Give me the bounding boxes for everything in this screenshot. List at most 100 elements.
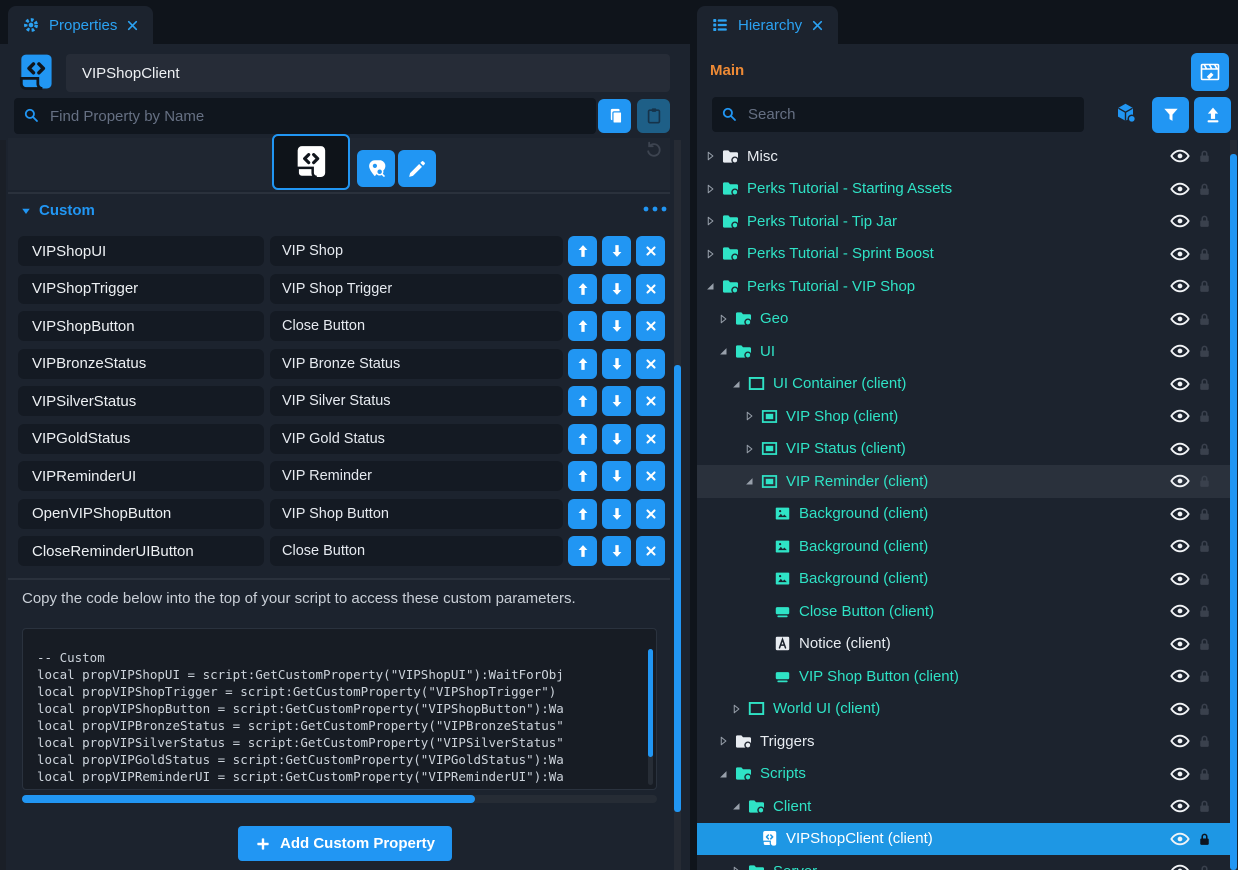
move-up-button[interactable] bbox=[568, 461, 597, 491]
property-name-field[interactable]: CloseReminderUIButton bbox=[18, 536, 264, 566]
code-vertical-scrollbar[interactable] bbox=[648, 649, 653, 785]
move-down-button[interactable] bbox=[602, 536, 631, 566]
expand-caret[interactable] bbox=[742, 832, 756, 846]
property-value-field[interactable]: VIP Shop Button bbox=[270, 499, 563, 529]
networked-cube-icon[interactable] bbox=[1114, 101, 1138, 125]
lock-toggle[interactable] bbox=[1196, 148, 1213, 165]
lock-toggle[interactable] bbox=[1196, 213, 1213, 230]
lock-toggle[interactable] bbox=[1196, 571, 1213, 588]
expand-caret[interactable] bbox=[703, 247, 717, 261]
move-down-button[interactable] bbox=[602, 461, 631, 491]
lock-toggle[interactable] bbox=[1196, 246, 1213, 263]
visibility-toggle[interactable] bbox=[1169, 633, 1191, 655]
lock-toggle[interactable] bbox=[1196, 831, 1213, 848]
hierarchy-row[interactable]: Perks Tutorial - VIP Shop bbox=[697, 270, 1231, 303]
lock-toggle[interactable] bbox=[1196, 408, 1213, 425]
expand-caret[interactable] bbox=[703, 182, 717, 196]
hierarchy-row[interactable]: VIPShopClient (client) bbox=[697, 823, 1231, 856]
delete-property-button[interactable] bbox=[636, 461, 665, 491]
lock-toggle[interactable] bbox=[1196, 278, 1213, 295]
hierarchy-row[interactable]: UI bbox=[697, 335, 1231, 368]
visibility-toggle[interactable] bbox=[1169, 763, 1191, 785]
visibility-toggle[interactable] bbox=[1169, 860, 1191, 870]
visibility-toggle[interactable] bbox=[1169, 340, 1191, 362]
tab-properties[interactable]: Properties bbox=[8, 6, 153, 44]
property-value-field[interactable]: VIP Reminder bbox=[270, 461, 563, 491]
expand-caret[interactable] bbox=[703, 214, 717, 228]
code-horizontal-scrollbar[interactable] bbox=[22, 795, 657, 803]
delete-property-button[interactable] bbox=[636, 349, 665, 379]
property-name-field[interactable]: VIPShopUI bbox=[18, 236, 264, 266]
visibility-toggle[interactable] bbox=[1169, 568, 1191, 590]
property-search-input[interactable] bbox=[14, 98, 596, 134]
hierarchy-row[interactable]: Perks Tutorial - Sprint Boost bbox=[697, 238, 1231, 271]
hierarchy-row[interactable]: UI Container (client) bbox=[697, 368, 1231, 401]
add-custom-property-button[interactable]: Add Custom Property bbox=[238, 826, 452, 861]
move-up-button[interactable] bbox=[568, 536, 597, 566]
hierarchy-row[interactable]: Perks Tutorial - Starting Assets bbox=[697, 173, 1231, 206]
expand-caret[interactable] bbox=[716, 312, 730, 326]
object-name-field[interactable]: VIPShopClient bbox=[66, 54, 670, 92]
visibility-toggle[interactable] bbox=[1169, 275, 1191, 297]
delete-property-button[interactable] bbox=[636, 536, 665, 566]
expand-caret[interactable] bbox=[716, 767, 730, 781]
reset-icon[interactable] bbox=[644, 140, 664, 160]
hierarchy-row[interactable]: Scripts bbox=[697, 758, 1231, 791]
expand-caret[interactable] bbox=[755, 604, 769, 618]
hierarchy-row[interactable]: VIP Reminder (client) bbox=[697, 465, 1231, 498]
edit-script-button[interactable] bbox=[398, 150, 436, 187]
move-down-button[interactable] bbox=[602, 236, 631, 266]
hierarchy-row[interactable]: Client bbox=[697, 790, 1231, 823]
move-down-button[interactable] bbox=[602, 424, 631, 454]
property-value-field[interactable]: Close Button bbox=[270, 311, 563, 341]
expand-caret[interactable] bbox=[742, 409, 756, 423]
lock-toggle[interactable] bbox=[1196, 343, 1213, 360]
property-name-field[interactable]: VIPGoldStatus bbox=[18, 424, 264, 454]
lock-toggle[interactable] bbox=[1196, 863, 1213, 870]
lock-toggle[interactable] bbox=[1196, 668, 1213, 685]
move-up-button[interactable] bbox=[568, 349, 597, 379]
hierarchy-row[interactable]: VIP Shop (client) bbox=[697, 400, 1231, 433]
expand-caret[interactable] bbox=[755, 669, 769, 683]
property-name-field[interactable]: VIPShopButton bbox=[18, 311, 264, 341]
visibility-toggle[interactable] bbox=[1169, 730, 1191, 752]
custom-section-menu[interactable] bbox=[641, 202, 669, 216]
delete-property-button[interactable] bbox=[636, 424, 665, 454]
find-in-scene-button[interactable] bbox=[357, 150, 395, 187]
lock-toggle[interactable] bbox=[1196, 311, 1213, 328]
lock-toggle[interactable] bbox=[1196, 473, 1213, 490]
property-name-field[interactable]: VIPReminderUI bbox=[18, 461, 264, 491]
delete-property-button[interactable] bbox=[636, 236, 665, 266]
close-hierarchy-tab[interactable] bbox=[811, 19, 824, 32]
code-snippet-box[interactable]: -- Custom local propVIPShopUI = script:G… bbox=[22, 628, 657, 790]
hierarchy-row[interactable]: Perks Tutorial - Tip Jar bbox=[697, 205, 1231, 238]
hierarchy-row[interactable]: VIP Shop Button (client) bbox=[697, 660, 1231, 693]
visibility-toggle[interactable] bbox=[1169, 698, 1191, 720]
lock-toggle[interactable] bbox=[1196, 538, 1213, 555]
expand-caret[interactable] bbox=[703, 279, 717, 293]
expand-caret[interactable] bbox=[755, 637, 769, 651]
hierarchy-scrollbar[interactable] bbox=[1230, 140, 1237, 870]
lock-toggle[interactable] bbox=[1196, 733, 1213, 750]
hierarchy-row[interactable]: Misc bbox=[697, 140, 1231, 173]
delete-property-button[interactable] bbox=[636, 311, 665, 341]
property-value-field[interactable]: VIP Bronze Status bbox=[270, 349, 563, 379]
expand-caret[interactable] bbox=[703, 149, 717, 163]
lock-toggle[interactable] bbox=[1196, 701, 1213, 718]
visibility-toggle[interactable] bbox=[1169, 503, 1191, 525]
hierarchy-row[interactable]: World UI (client) bbox=[697, 693, 1231, 726]
move-up-button[interactable] bbox=[568, 311, 597, 341]
property-name-field[interactable]: VIPShopTrigger bbox=[18, 274, 264, 304]
delete-property-button[interactable] bbox=[636, 386, 665, 416]
script-preview[interactable] bbox=[272, 134, 350, 190]
expand-caret[interactable] bbox=[742, 442, 756, 456]
property-value-field[interactable]: VIP Shop bbox=[270, 236, 563, 266]
tab-hierarchy[interactable]: Hierarchy bbox=[697, 6, 838, 44]
property-value-field[interactable]: VIP Silver Status bbox=[270, 386, 563, 416]
visibility-toggle[interactable] bbox=[1169, 470, 1191, 492]
property-value-field[interactable]: VIP Shop Trigger bbox=[270, 274, 563, 304]
move-up-button[interactable] bbox=[568, 386, 597, 416]
properties-scrollbar[interactable] bbox=[674, 140, 681, 870]
expand-caret[interactable] bbox=[729, 799, 743, 813]
property-value-field[interactable]: Close Button bbox=[270, 536, 563, 566]
